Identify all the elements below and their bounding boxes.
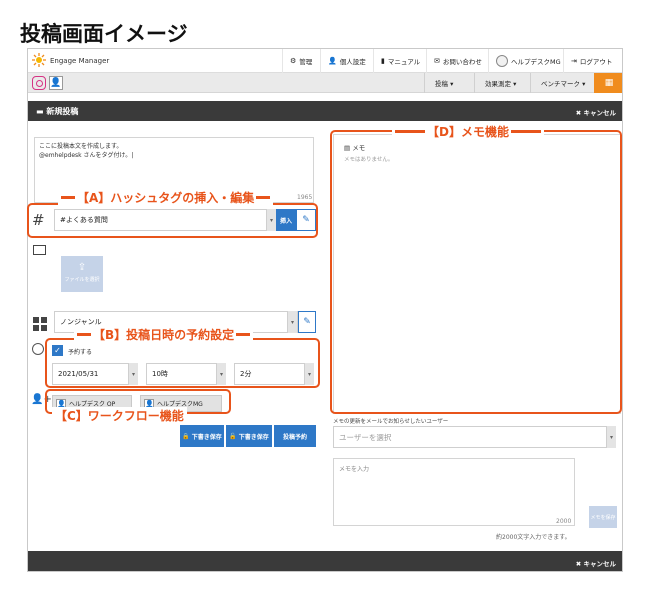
annotation-d-label: 【D】メモ機能 (392, 123, 544, 140)
cancel-button-top[interactable]: ✖ キャンセル (576, 107, 616, 117)
memo-char-limit: 2000 (556, 518, 572, 525)
nav-logout-label: ログアウト (579, 58, 613, 66)
cancel-button-bottom[interactable]: ✖ キャンセル (576, 558, 616, 568)
form-footer: ✖ キャンセル (28, 551, 622, 571)
nav-user-label: ヘルプデスクMG (511, 58, 561, 66)
memo-hint: 約2000文字入力できます。 (496, 534, 571, 541)
memo-user-dropdown[interactable]: ▾ (606, 426, 616, 448)
annotation-b-box (45, 338, 320, 388)
nav-user-menu[interactable]: ヘルプデスクMG (488, 49, 568, 73)
book-icon: ▮ (381, 57, 385, 65)
annotation-a-label: 【A】ハッシュタグの挿入・編集 (58, 189, 274, 206)
nav-personal-settings-label: 個人設定 (339, 58, 366, 66)
memo-save-button[interactable]: メモを保存 (589, 506, 617, 528)
instagram-icon[interactable] (32, 76, 46, 90)
memo-textarea[interactable]: メモを入力 (333, 458, 575, 526)
annotation-b-label: 【B】投稿日時の予約設定 (74, 326, 254, 343)
nav-contact[interactable]: ✉ お問い合わせ (426, 49, 489, 73)
genre-grid-icon (33, 317, 47, 331)
schedule-post-button[interactable]: 投稿予約 (274, 425, 316, 447)
draft-save-button-2[interactable]: 🔓 下書き保存 (226, 425, 272, 447)
top-bar: Engage Manager ⚙ 管理 👤 個人設定 ▮ マニュアル ✉ お問い合わせ … (28, 49, 622, 73)
page-title: 投稿画面イメージ (20, 22, 188, 46)
form-title: ▬ 新規投稿 (36, 107, 79, 116)
upload-icon: ⇪ (77, 262, 87, 273)
nav-manual-label: マニュアル (387, 58, 421, 66)
image-icon (33, 245, 46, 255)
form-header: ▬ 新規投稿 ✖ キャンセル (28, 101, 622, 121)
draft-save-button-1[interactable]: 🔒 下書き保存 (180, 425, 224, 447)
app-logo-icon (32, 53, 46, 67)
annotation-c-label: 【C】ワークフロー機能 (52, 407, 187, 424)
gear-icon: ⚙ (290, 57, 297, 65)
nav-admin[interactable]: ⚙ 管理 (282, 49, 319, 73)
nav-manual[interactable]: ▮ マニュアル (373, 49, 427, 73)
nav-personal-settings[interactable]: 👤 個人設定 (320, 49, 373, 73)
mail-icon: ✉ (434, 57, 440, 65)
comment-icon: ▬ (36, 107, 47, 116)
account-user-icon[interactable]: 👤 (49, 76, 63, 90)
person-icon: 👤 (328, 57, 337, 65)
logout-icon: ⇥ (571, 57, 577, 65)
lock-icon: 🔒 (182, 432, 190, 440)
close-circle-icon: ✖ (575, 560, 584, 568)
post-char-count: 1965 (297, 194, 313, 201)
nav-logout[interactable]: ⇥ ログアウト (563, 49, 619, 73)
tab-benchmark[interactable]: ベンチマーク ▾ (530, 73, 595, 93)
file-select-button[interactable]: ⇪ ファイルを選択 (61, 256, 103, 292)
app-name: Engage Manager (50, 57, 110, 65)
grid-menu-icon[interactable]: ▦ (594, 73, 622, 93)
genre-dropdown[interactable]: ▾ (287, 311, 297, 333)
post-body-line-1: ここに投稿本文を作成します。 (39, 143, 123, 150)
tab-post[interactable]: 投稿 ▾ (424, 73, 463, 93)
close-circle-icon: ✖ (575, 109, 584, 117)
tab-analytics[interactable]: 効果測定 ▾ (474, 73, 526, 93)
memo-notify-label: メモの更新をメールでお知らせしたいユーザー (333, 419, 449, 425)
nav-contact-label: お問い合わせ (442, 58, 482, 66)
post-body-line-2: @emhelpdesk さんをタグ付け。| (39, 152, 134, 159)
clock-icon (32, 343, 44, 355)
edit-genre-pencil-icon[interactable]: ✎ (298, 311, 316, 333)
unlock-icon: 🔓 (229, 432, 237, 440)
annotation-d-box (330, 130, 622, 414)
avatar-icon (496, 55, 508, 67)
annotation-a-box (27, 203, 318, 238)
nav-admin-label: 管理 (299, 58, 313, 66)
sub-bar: 👤 投稿 ▾ 効果測定 ▾ ベンチマーク ▾ ▦ (28, 73, 622, 93)
memo-user-select[interactable]: ユーザーを選択 (333, 426, 616, 448)
